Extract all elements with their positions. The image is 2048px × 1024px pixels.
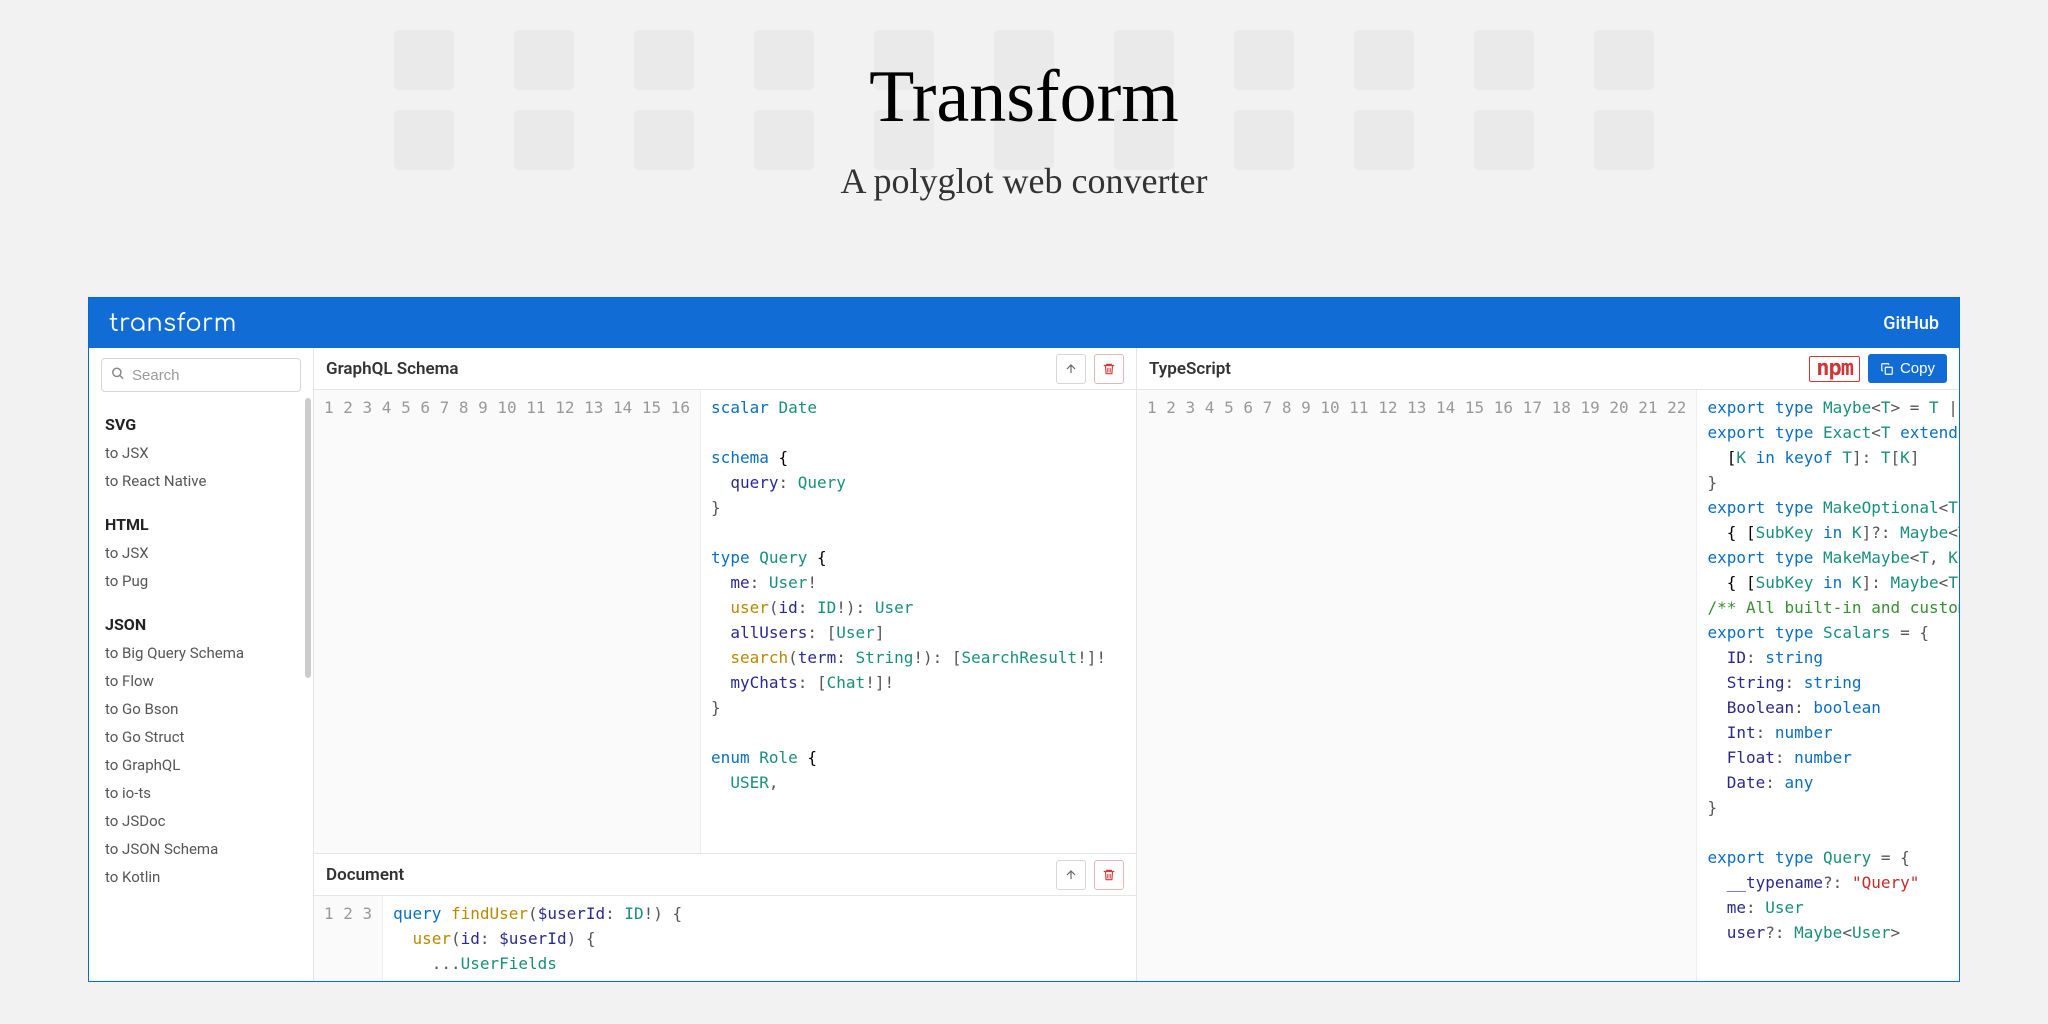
pane-title: Document [326, 865, 404, 885]
editor-graphql-schema[interactable]: 1 2 3 4 5 6 7 8 9 10 11 12 13 14 15 16 s… [314, 390, 1136, 853]
pane-title: GraphQL Schema [326, 359, 459, 379]
sidebar-group-title: HTML [101, 510, 301, 539]
search-icon [111, 366, 125, 385]
editor-typescript[interactable]: 1 2 3 4 5 6 7 8 9 10 11 12 13 14 15 16 1… [1137, 390, 1959, 981]
sidebar-scrollbar[interactable] [305, 398, 311, 678]
editor-document[interactable]: 1 2 3 query findUser($userId: ID!) { use… [314, 896, 1136, 981]
github-link[interactable]: GitHub [1883, 313, 1939, 334]
pane-header-graphql-schema: GraphQL Schema [314, 348, 1136, 390]
sidebar-item[interactable]: to Big Query Schema [101, 639, 301, 667]
delete-button[interactable] [1094, 354, 1124, 384]
npm-badge[interactable]: npm [1809, 356, 1860, 382]
copy-button-label: Copy [1900, 360, 1935, 377]
upload-button[interactable] [1056, 354, 1086, 384]
sidebar-item[interactable]: to Kotlin [101, 863, 301, 891]
sidebar-item[interactable]: to GraphQL [101, 751, 301, 779]
sidebar-item[interactable]: to Go Struct [101, 723, 301, 751]
brand-logo[interactable]: transform [109, 310, 237, 337]
sidebar-item[interactable]: to Flow [101, 667, 301, 695]
sidebar-group-title: SVG [101, 410, 301, 439]
sidebar-group-title: JSON [101, 610, 301, 639]
upload-button[interactable] [1056, 860, 1086, 890]
sidebar-item[interactable]: to Go Bson [101, 695, 301, 723]
sidebar-item[interactable]: to Pug [101, 567, 301, 595]
app-frame: transform GitHub SVGto JSXto React Nativ… [88, 297, 1960, 982]
search-input[interactable] [101, 358, 301, 392]
hero: Transform A polyglot web converter [0, 0, 2048, 242]
pane-header-document: Document [314, 854, 1136, 896]
sidebar-item[interactable]: to JSX [101, 439, 301, 467]
sidebar-item[interactable]: to JSX [101, 539, 301, 567]
delete-button[interactable] [1094, 860, 1124, 890]
sidebar-item[interactable]: to JSON Schema [101, 835, 301, 863]
sidebar-item[interactable]: to io-ts [101, 779, 301, 807]
sidebar-item[interactable]: to React Native [101, 467, 301, 495]
hero-title: Transform [0, 55, 2048, 140]
topbar: transform GitHub [89, 298, 1959, 348]
pane-title: TypeScript [1149, 359, 1231, 379]
copy-button[interactable]: Copy [1868, 354, 1947, 383]
sidebar: SVGto JSXto React NativeHTMLto JSXto Pug… [89, 348, 314, 981]
hero-subtitle: A polyglot web converter [0, 160, 2048, 202]
pane-header-typescript: TypeScript npm Copy [1137, 348, 1959, 390]
sidebar-item[interactable]: to JSDoc [101, 807, 301, 835]
